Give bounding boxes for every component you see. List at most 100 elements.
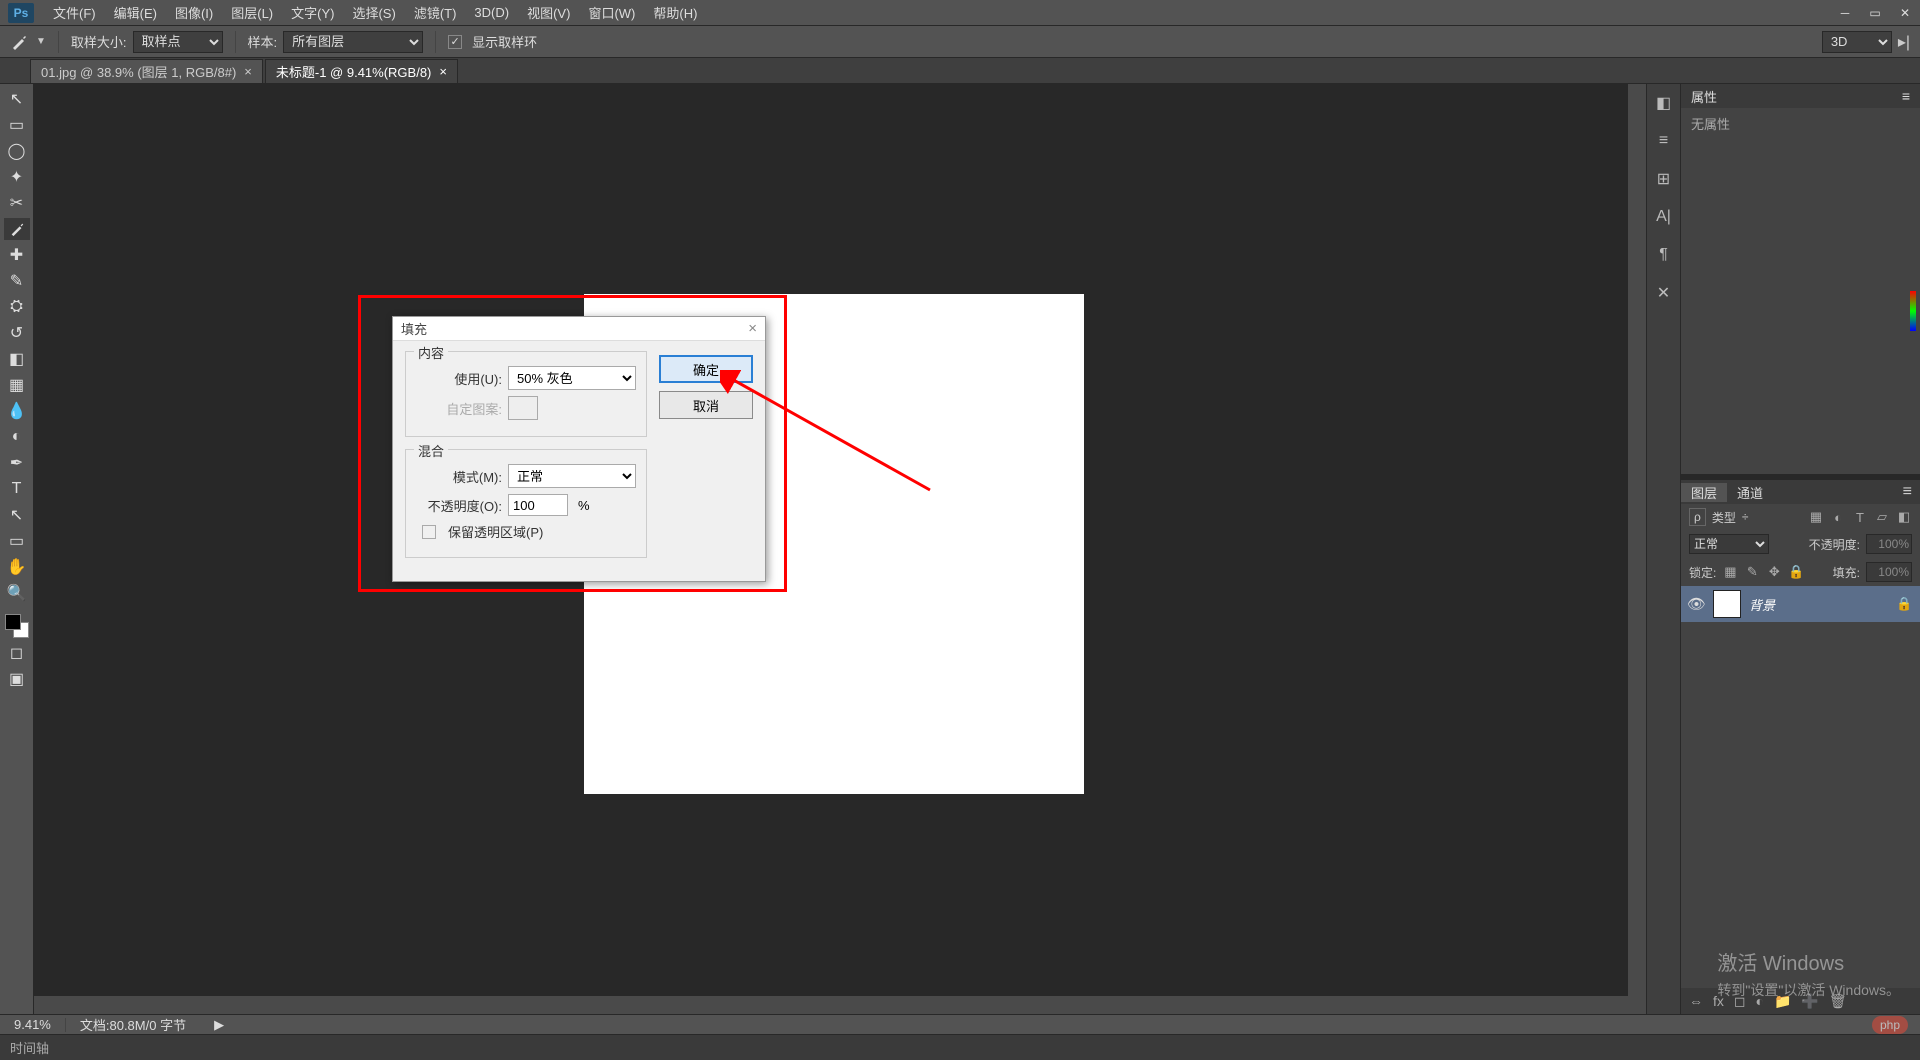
tab-label: 01.jpg @ 38.9% (图层 1, RGB/8#)	[41, 62, 236, 81]
lock-all-icon[interactable]: 🔒	[1788, 564, 1804, 580]
menu-type[interactable]: 文字(Y)	[282, 3, 343, 22]
menu-layer[interactable]: 图层(L)	[222, 3, 282, 22]
fill-dialog: 填充 × 内容 使用(U): 50% 灰色 自定图案: 混合 模式(M): 正常	[392, 316, 766, 582]
history-brush-tool-icon[interactable]: ↺	[4, 322, 30, 344]
chevron-down-icon[interactable]: ▼	[36, 36, 46, 47]
separator	[235, 31, 236, 53]
path-tool-icon[interactable]: ↖	[4, 504, 30, 526]
stamp-tool-icon[interactable]: ⛭	[4, 296, 30, 318]
color-slider[interactable]	[1910, 291, 1916, 331]
menu-window[interactable]: 窗口(W)	[579, 3, 644, 22]
eyedropper-tool-icon[interactable]	[8, 31, 30, 53]
swatches-panel-icon[interactable]: ⊞	[1653, 168, 1675, 190]
sample-range-select[interactable]: 所有图层	[283, 31, 423, 53]
quick-select-tool-icon[interactable]: ✦	[4, 166, 30, 188]
menu-file[interactable]: 文件(F)	[44, 3, 105, 22]
marquee-tool-icon[interactable]: ▭	[4, 114, 30, 136]
channels-tab[interactable]: 通道	[1727, 483, 1773, 502]
zoom-level[interactable]: 9.41%	[0, 1017, 65, 1032]
character-panel-icon[interactable]: A|	[1653, 206, 1675, 228]
document-tab[interactable]: 01.jpg @ 38.9% (图层 1, RGB/8#) ×	[30, 59, 263, 83]
link-layers-icon[interactable]: ⇔	[1689, 993, 1703, 1009]
lock-move-icon[interactable]: ✥	[1766, 564, 1782, 580]
healing-tool-icon[interactable]: ✚	[4, 244, 30, 266]
adjustments-panel-icon[interactable]: ✕	[1653, 282, 1675, 304]
actions-panel-icon[interactable]: ≡	[1653, 130, 1675, 152]
opacity-input[interactable]	[1866, 534, 1912, 554]
menu-filter[interactable]: 滤镜(T)	[405, 3, 466, 22]
screenmode-icon[interactable]: ▣	[4, 668, 30, 690]
status-menu-icon[interactable]: ▶	[200, 1017, 238, 1033]
menu-select[interactable]: 选择(S)	[343, 3, 404, 22]
eraser-tool-icon[interactable]: ◧	[4, 348, 30, 370]
pen-tool-icon[interactable]: ✒	[4, 452, 30, 474]
hand-tool-icon[interactable]: ✋	[4, 556, 30, 578]
menu-view[interactable]: 视图(V)	[518, 3, 579, 22]
move-tool-icon[interactable]: ↖	[4, 88, 30, 110]
menu-3d[interactable]: 3D(D)	[465, 5, 518, 20]
filter-smart-icon[interactable]: ◧	[1896, 509, 1912, 525]
gradient-tool-icon[interactable]: ▦	[4, 374, 30, 396]
blur-tool-icon[interactable]: 💧	[4, 400, 30, 422]
show-ring-checkbox[interactable]: ✓	[448, 35, 462, 49]
right-icon-stack: ◧ ≡ ⊞ A| ¶ ✕	[1646, 84, 1680, 1014]
app-logo: Ps	[8, 3, 34, 23]
color-swatches[interactable]	[5, 614, 29, 638]
menu-help[interactable]: 帮助(H)	[644, 3, 706, 22]
zoom-tool-icon[interactable]: 🔍	[4, 582, 30, 604]
panel-toggle-icon[interactable]: ▸|	[1898, 32, 1910, 52]
menu-edit[interactable]: 编辑(E)	[105, 3, 166, 22]
tab-close-icon[interactable]: ×	[244, 64, 252, 79]
ok-button[interactable]: 确定	[659, 355, 753, 383]
3d-mode-select[interactable]: 3D	[1822, 31, 1892, 53]
fill-input[interactable]	[1866, 562, 1912, 582]
show-ring-label: 显示取样环	[472, 32, 537, 51]
cancel-button[interactable]: 取消	[659, 391, 753, 419]
opacity-label: 不透明度(O):	[416, 496, 502, 515]
lock-pixels-icon[interactable]: ▦	[1722, 564, 1738, 580]
tab-close-icon[interactable]: ×	[439, 64, 447, 79]
layer-thumbnail[interactable]	[1713, 590, 1741, 618]
shape-tool-icon[interactable]: ▭	[4, 530, 30, 552]
dialog-close-icon[interactable]: ×	[748, 320, 757, 337]
layers-tab[interactable]: 图层	[1681, 483, 1727, 502]
maximize-icon[interactable]: ▭	[1860, 2, 1890, 24]
layer-name[interactable]: 背景	[1749, 595, 1775, 614]
document-size[interactable]: 文档:80.8M/0 字节	[66, 1015, 200, 1034]
filter-shape-icon[interactable]: ▱	[1874, 509, 1890, 525]
close-icon[interactable]: ✕	[1890, 2, 1920, 24]
use-select[interactable]: 50% 灰色	[508, 366, 636, 390]
dodge-tool-icon[interactable]: ◐	[4, 426, 30, 448]
quickmask-icon[interactable]: ◻	[4, 642, 30, 664]
filter-adjust-icon[interactable]: ◐	[1830, 509, 1846, 525]
lasso-tool-icon[interactable]: ◯	[4, 140, 30, 162]
document-tab-active[interactable]: 未标题-1 @ 9.41%(RGB/8)×	[265, 59, 458, 83]
filter-pixel-icon[interactable]: ▦	[1808, 509, 1824, 525]
canvas-area[interactable]	[34, 84, 1646, 1014]
minimize-icon[interactable]: ─	[1830, 2, 1860, 24]
visibility-icon[interactable]: 👁	[1687, 595, 1705, 613]
filter-type-icon[interactable]: T	[1852, 509, 1868, 525]
sample-size-select[interactable]: 取样点	[133, 31, 223, 53]
lock-position-icon[interactable]: ✎	[1744, 564, 1760, 580]
history-panel-icon[interactable]: ◧	[1653, 92, 1675, 114]
paragraph-panel-icon[interactable]: ¶	[1653, 244, 1675, 266]
pattern-picker	[508, 396, 538, 420]
mode-select[interactable]: 正常	[508, 464, 636, 488]
vertical-scrollbar[interactable]	[1628, 84, 1646, 996]
preserve-checkbox[interactable]	[422, 525, 436, 539]
menu-image[interactable]: 图像(I)	[166, 3, 222, 22]
foreground-color[interactable]	[5, 614, 21, 630]
type-tool-icon[interactable]: T	[4, 478, 30, 500]
opacity-input[interactable]	[508, 494, 568, 516]
crop-tool-icon[interactable]: ✂	[4, 192, 30, 214]
panel-menu-icon[interactable]: ≡	[1902, 88, 1910, 104]
eyedropper-tool-icon[interactable]	[4, 218, 30, 240]
blend-mode-select[interactable]: 正常	[1689, 534, 1769, 554]
layer-row[interactable]: 👁 背景 🔒	[1681, 586, 1920, 622]
horizontal-scrollbar[interactable]	[34, 996, 1646, 1014]
timeline-panel-title[interactable]: 时间轴	[10, 1038, 49, 1057]
brush-tool-icon[interactable]: ✎	[4, 270, 30, 292]
panel-menu-icon[interactable]: ≡	[1895, 483, 1920, 501]
opacity-label: 不透明度:	[1809, 536, 1860, 553]
